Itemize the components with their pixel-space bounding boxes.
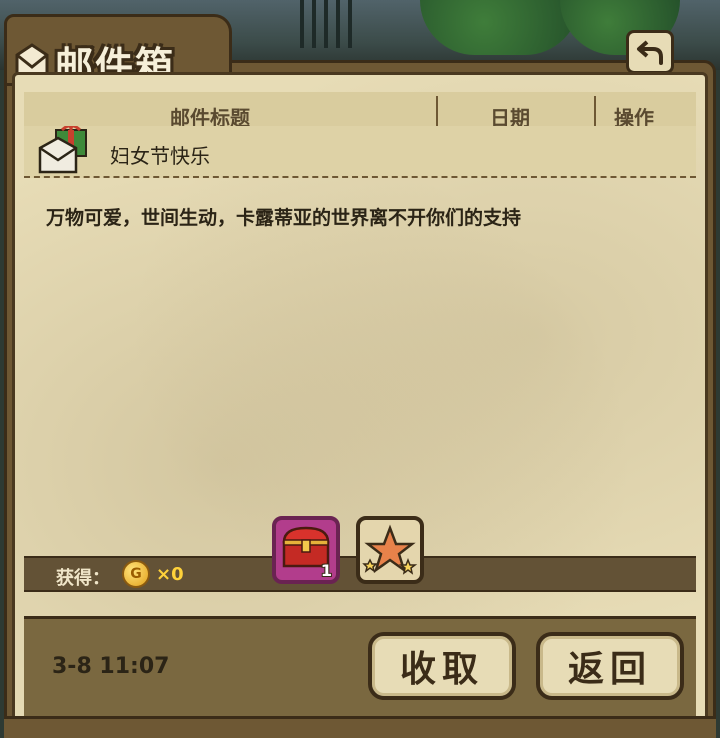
close-back-button[interactable]	[626, 30, 674, 74]
mail-title: 妇女节快乐	[110, 144, 210, 168]
column-divider	[436, 96, 438, 126]
tree-decoration	[420, 0, 580, 55]
star-icon	[362, 524, 418, 575]
mail-timestamp: 3-8 11:07	[52, 654, 170, 679]
mail-body-text: 万物可爱，世间生动，卡露蒂亚的世界离不开你们的支持	[46, 207, 522, 229]
column-divider	[594, 96, 596, 126]
reward-label: 获得：	[56, 568, 110, 589]
return-arrow-icon	[637, 40, 663, 65]
mail-list-item[interactable]: 妇女节快乐	[24, 126, 696, 178]
reward-item-star[interactable]	[356, 516, 424, 584]
gift-envelope-icon	[38, 126, 87, 174]
collect-button[interactable]: 收取	[368, 632, 516, 700]
item-count: 1	[320, 561, 332, 580]
coin-count: ×0	[156, 564, 184, 585]
fence-decoration	[300, 0, 360, 48]
reward-item-chest[interactable]: 1	[272, 516, 340, 584]
mail-table-header: 邮件标题 日期 操作	[24, 92, 696, 130]
return-button[interactable]: 返回	[536, 632, 684, 700]
gold-coin-icon: G	[122, 560, 150, 588]
